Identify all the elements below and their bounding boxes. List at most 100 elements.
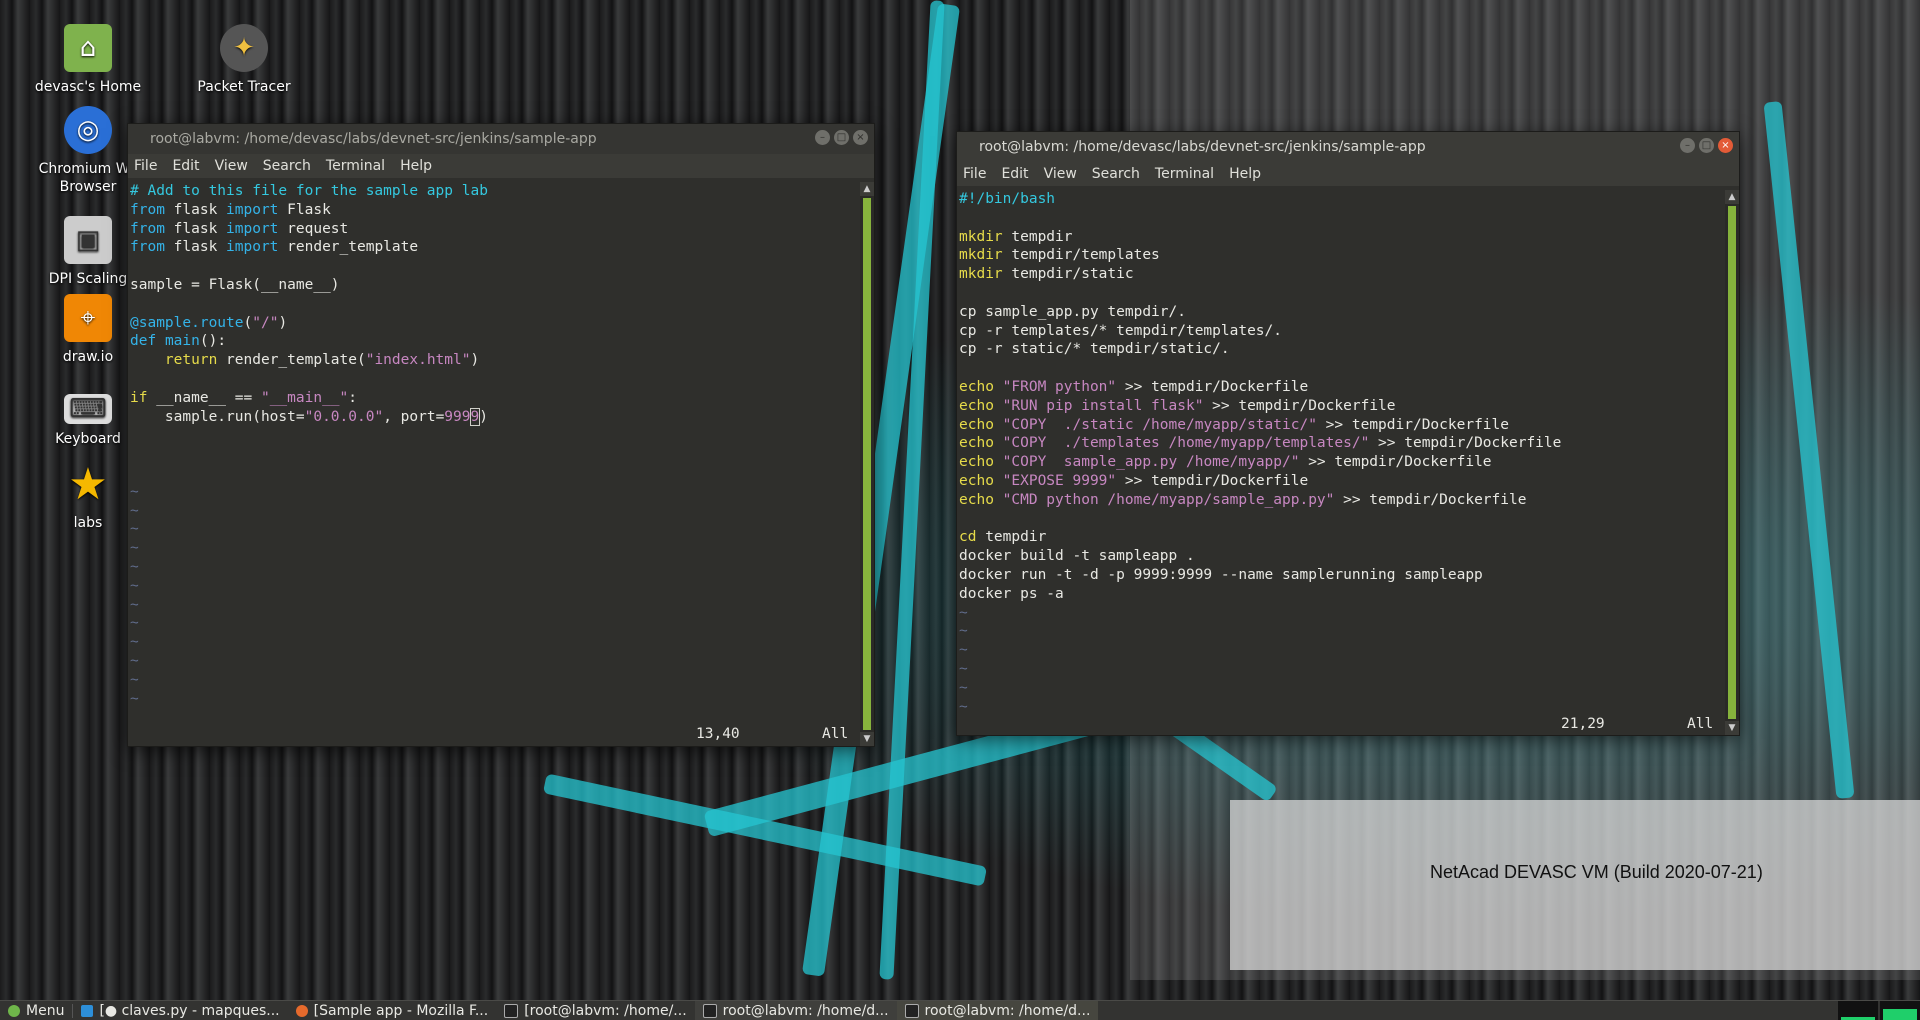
menu-button[interactable]: Menu: [0, 1001, 72, 1020]
taskbar-item-firefox[interactable]: [Sample app - Mozilla F...: [288, 1001, 497, 1020]
code-token: ): [479, 408, 488, 425]
minimize-icon[interactable]: –: [815, 130, 830, 145]
packet-tracer-icon: ✦: [220, 24, 268, 72]
system-tray: [1838, 1001, 1920, 1020]
scroll-up-icon[interactable]: ▲: [1725, 190, 1739, 204]
menu-help[interactable]: Help: [400, 158, 432, 174]
dpi-scaling-icon: ▣: [64, 216, 112, 264]
code-token: from: [130, 201, 165, 218]
code-token: #!/bin/bash: [959, 191, 1056, 207]
menu-edit[interactable]: Edit: [172, 158, 199, 174]
desktop-icon-packet-tracer[interactable]: ✦ Packet Tracer: [189, 24, 299, 96]
code-token: (: [243, 314, 253, 331]
code-token: echo: [959, 416, 994, 433]
window-titlebar[interactable]: root@labvm: /home/devasc/labs/devnet-src…: [957, 132, 1739, 162]
code-token: tempdir/templates: [1002, 247, 1160, 264]
cpu-monitor[interactable]: [1838, 1001, 1878, 1020]
close-icon[interactable]: ×: [1718, 138, 1733, 153]
maximize-icon[interactable]: □: [1699, 138, 1714, 153]
menu-file[interactable]: File: [963, 166, 986, 182]
scrollbar-thumb[interactable]: [863, 198, 871, 730]
terminal-line: cp sample_app.py tempdir/.: [959, 303, 1725, 322]
code-token: echo: [959, 435, 994, 452]
code-token: >> tempdir/Dockerfile: [1116, 378, 1309, 395]
desktop-icon-label: devasc's Home: [34, 79, 142, 95]
desktop-icon-labs[interactable]: ★ labs: [33, 459, 143, 532]
scrollbar-thumb[interactable]: [1728, 206, 1736, 719]
terminal-icon: [904, 1003, 919, 1018]
terminal-content[interactable]: # Add to this file for the sample app la…: [128, 182, 860, 708]
code-token: mkdir: [959, 228, 1003, 245]
code-token: 999: [444, 408, 471, 425]
code-token: ~: [959, 642, 968, 659]
code-token: docker ps -a: [959, 585, 1064, 602]
scroll-down-icon[interactable]: ▼: [1725, 721, 1739, 735]
code-token: , port=: [383, 408, 445, 425]
menu-help[interactable]: Help: [1229, 166, 1261, 182]
scrollbar[interactable]: ▲ ▼: [1725, 190, 1739, 735]
terminal-line: sample.run(host="0.0.0.0", port=9999): [130, 407, 860, 427]
code-token: from: [130, 220, 165, 237]
terminal-line: mkdir tempdir/static: [959, 265, 1725, 284]
desktop-icon-chromium[interactable]: ◎ Chromium We Browser: [33, 106, 143, 196]
scroll-up-icon[interactable]: ▲: [860, 182, 874, 196]
terminal-window-right[interactable]: root@labvm: /home/devasc/labs/devnet-src…: [957, 132, 1739, 735]
menu-view[interactable]: View: [215, 158, 248, 174]
taskbar-item-terminal-2[interactable]: root@labvm: /home/d...: [694, 1001, 897, 1020]
desktop-icon-dpi-scaling[interactable]: ▣ DPI Scaling: [33, 216, 143, 288]
menu-search[interactable]: Search: [263, 158, 311, 174]
close-icon[interactable]: ×: [853, 130, 868, 145]
menu-terminal[interactable]: Terminal: [1155, 166, 1214, 182]
cursor-position: 21,29: [1561, 716, 1605, 732]
terminal-content[interactable]: #!/bin/bash mkdir tempdir mkdir tempdir/t…: [957, 190, 1725, 716]
memory-monitor[interactable]: [1880, 1001, 1920, 1020]
terminal-line: ~: [130, 558, 860, 577]
window-title: root@labvm: /home/devasc/labs/devnet-src…: [979, 139, 1426, 155]
code-token: 9: [469, 407, 481, 426]
taskbar-item-terminal-3[interactable]: root@labvm: /home/d...: [896, 1001, 1099, 1020]
code-token: ): [278, 314, 288, 331]
taskbar-item-terminal-1[interactable]: [root@labvm: /home/...: [496, 1001, 694, 1020]
menu-edit[interactable]: Edit: [1001, 166, 1028, 182]
code-token: "EXPOSE 9999": [1002, 472, 1117, 489]
code-token: ~: [130, 502, 139, 519]
menu-file[interactable]: File: [134, 158, 157, 174]
terminal-window-left[interactable]: root@labvm: /home/devasc/labs/devnet-src…: [128, 124, 874, 746]
taskbar-item-vscode[interactable]: [● claves.py - mapques...: [73, 1001, 287, 1020]
code-token: >> tempdir/Dockerfile: [1203, 397, 1396, 414]
scrollbar[interactable]: ▲ ▼: [860, 182, 874, 746]
desktop-icon-keyboard[interactable]: ⌨ Keyboard: [33, 384, 143, 448]
taskbar-item-label: [root@labvm: /home/...: [524, 1002, 687, 1019]
code-token: cd: [959, 529, 977, 546]
code-token: tempdir: [976, 529, 1047, 546]
code-token: ~: [959, 623, 968, 640]
drawio-icon: ⌖: [64, 294, 112, 342]
desktop-icon-drawio[interactable]: ⌖ draw.io: [33, 294, 143, 366]
menu-terminal[interactable]: Terminal: [326, 158, 385, 174]
window-titlebar[interactable]: root@labvm: /home/devasc/labs/devnet-src…: [128, 124, 874, 154]
maximize-icon[interactable]: □: [834, 130, 849, 145]
terminal-line: echo "EXPOSE 9999" >> tempdir/Dockerfile: [959, 472, 1725, 491]
minimize-icon[interactable]: –: [1680, 138, 1695, 153]
terminal-line: #!/bin/bash: [959, 190, 1725, 209]
code-token: import: [226, 239, 279, 256]
code-token: __name__ ==: [147, 389, 261, 406]
menubar: File Edit View Search Terminal Help: [128, 154, 874, 178]
code-token: mkdir: [959, 266, 1003, 283]
desktop-icon-label: Chromium We: [38, 161, 138, 177]
terminal-line: ~: [959, 622, 1725, 641]
scroll-down-icon[interactable]: ▼: [860, 732, 874, 746]
menu-search[interactable]: Search: [1092, 166, 1140, 182]
code-token: tempdir: [1002, 228, 1073, 245]
desktop-icon-home[interactable]: ⌂ devasc's Home: [33, 24, 143, 96]
menu-view[interactable]: View: [1044, 166, 1077, 182]
code-token: ): [470, 352, 480, 369]
terminal-line: docker build -t sampleapp .: [959, 547, 1725, 566]
code-token: ~: [130, 577, 139, 594]
cursor-position: 13,40: [696, 726, 740, 742]
